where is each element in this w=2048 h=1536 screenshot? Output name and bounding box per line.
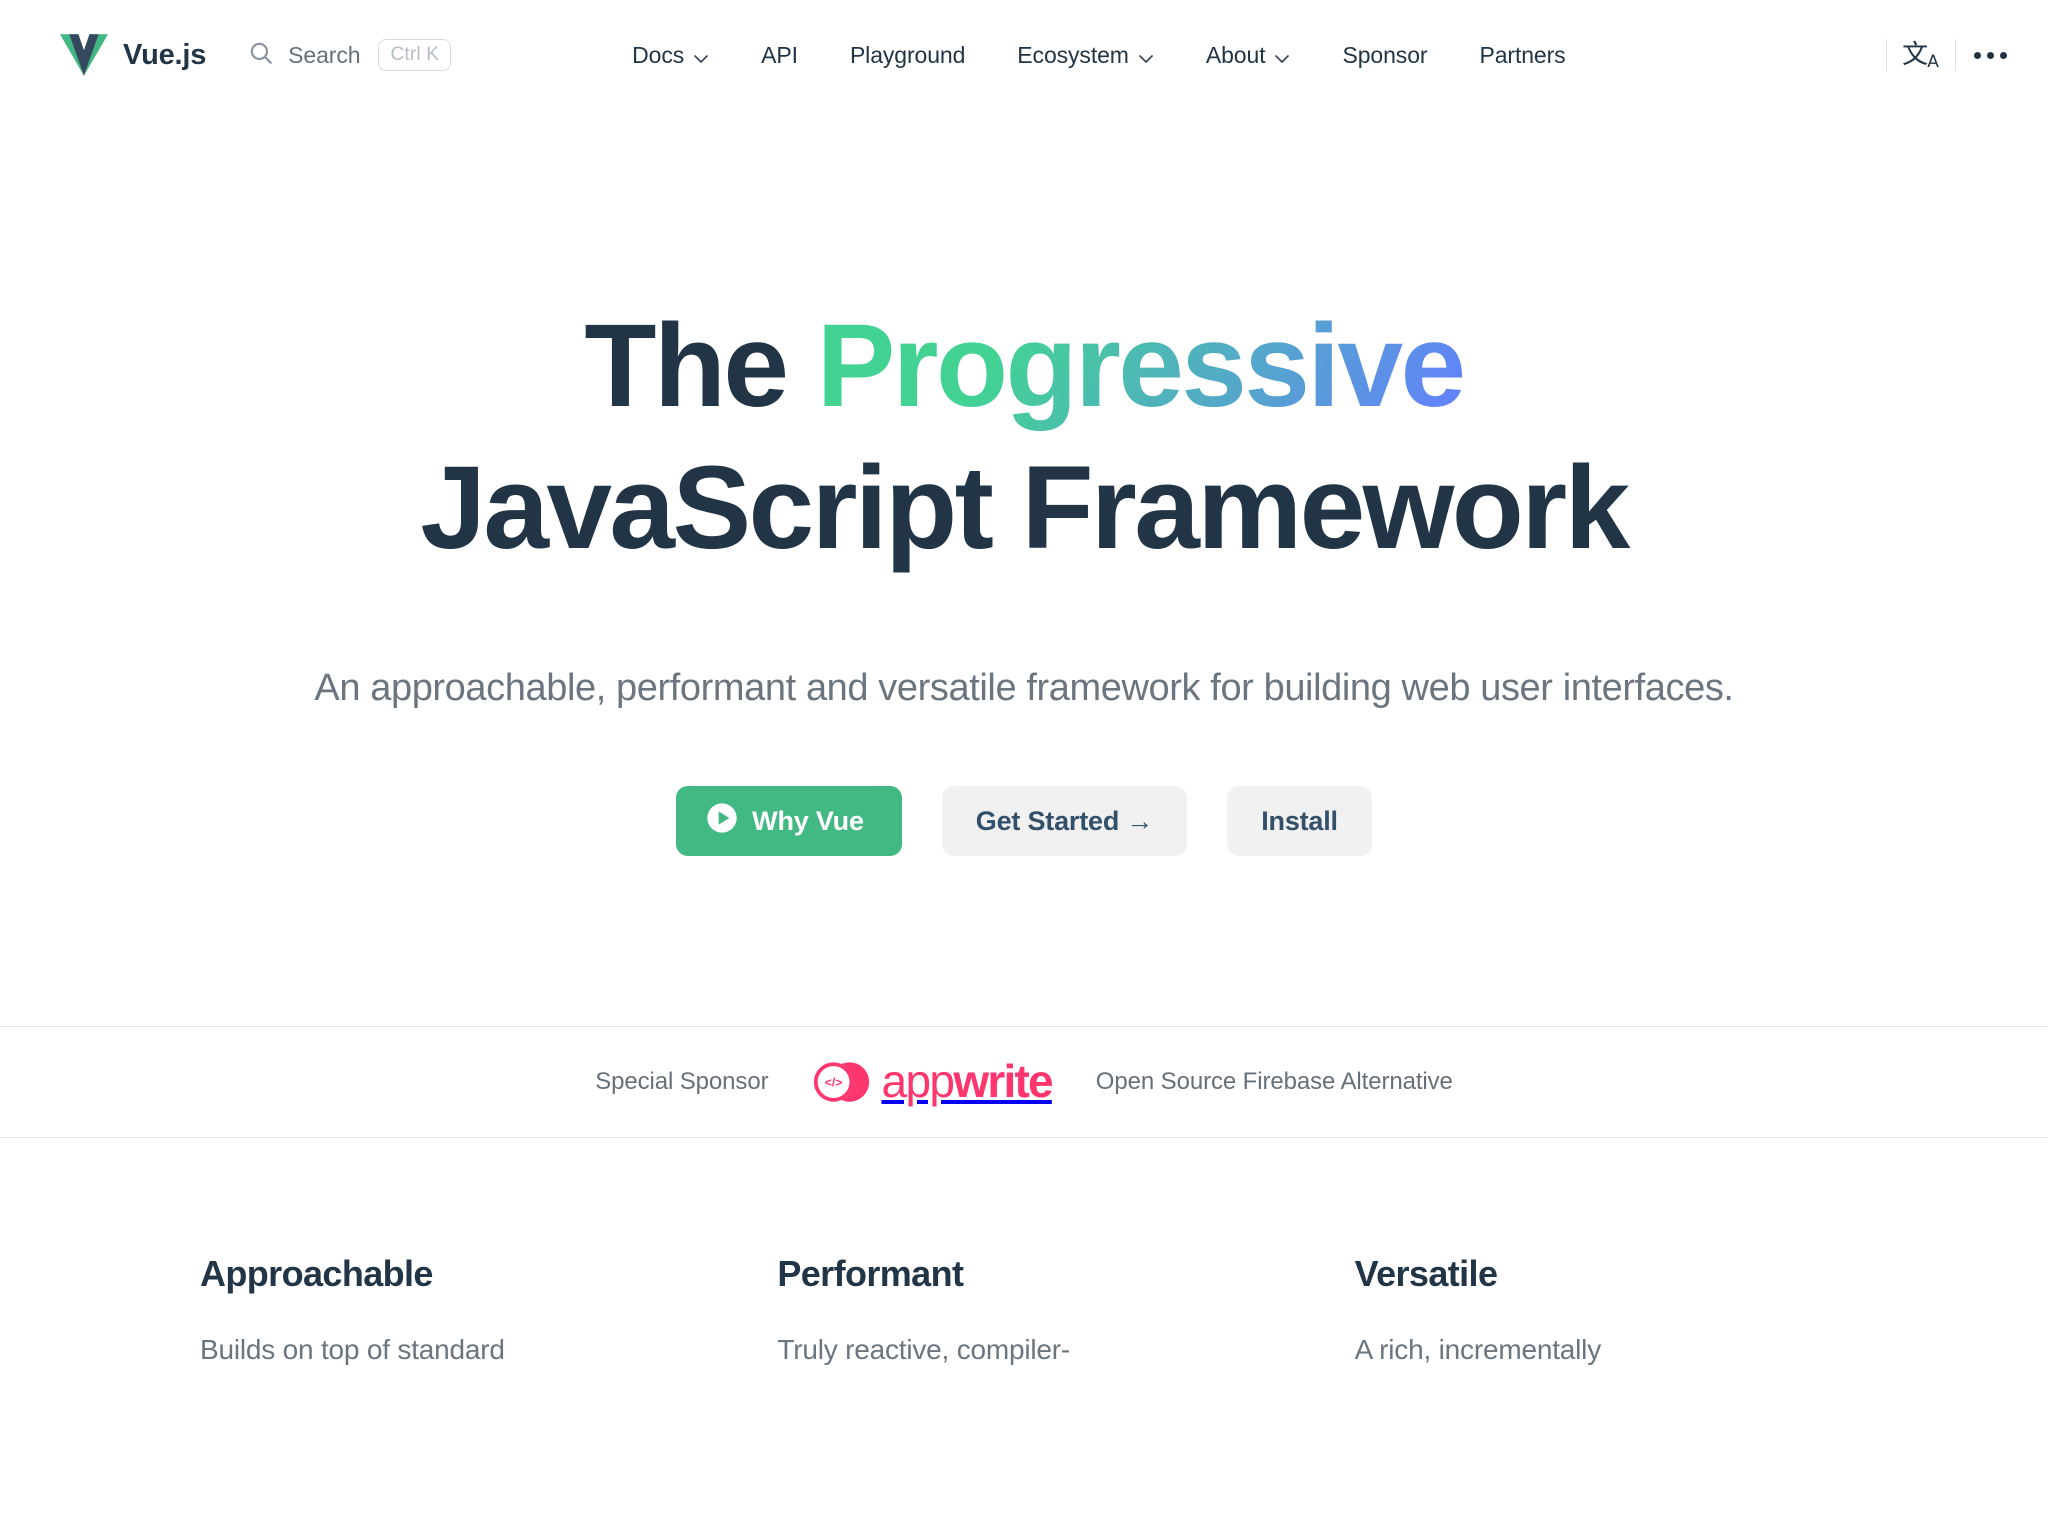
svg-text:</>: </> <box>825 1076 843 1090</box>
features-section: Approachable Builds on top of standard P… <box>0 1138 2048 1371</box>
sponsor-label: Special Sponsor <box>595 1068 768 1096</box>
nav-item-label: Sponsor <box>1342 42 1427 69</box>
main-nav: Docs API Playground Ecosystem About Spon… <box>606 42 1591 69</box>
chevron-down-icon <box>1274 42 1290 69</box>
nav-item-playground[interactable]: Playground <box>824 42 991 69</box>
why-vue-button[interactable]: Why Vue <box>676 786 902 856</box>
nav-item-label: About <box>1206 42 1266 69</box>
feature-title: Performant <box>777 1253 1270 1295</box>
sponsor-logo-text-light: app <box>881 1055 953 1107</box>
nav-divider <box>1955 39 1956 71</box>
play-circle-icon <box>706 802 738 841</box>
nav-item-about[interactable]: About <box>1180 42 1317 69</box>
sponsor-logo-text-bold: write <box>953 1055 1051 1107</box>
vue-logo-icon <box>60 34 108 76</box>
feature-card: Performant Truly reactive, compiler- <box>777 1253 1270 1371</box>
hero-title-line-1: The Progressive <box>0 296 2048 438</box>
hero-title-line-2: JavaScript Framework <box>0 438 2048 580</box>
search-button[interactable]: Search Ctrl K <box>248 39 451 71</box>
special-sponsor-strip: Special Sponsor </> appwrite Open Source… <box>0 1026 2048 1138</box>
feature-description: A rich, incrementally <box>1355 1329 1848 1371</box>
nav-utilities: 文A <box>1884 23 2048 87</box>
sponsor-logo-link[interactable]: </> appwrite <box>812 1059 1051 1105</box>
nav-item-label: Partners <box>1479 42 1565 69</box>
ellipsis-icon[interactable] <box>1958 23 2022 87</box>
brand-home-link[interactable]: Vue.js <box>60 34 206 76</box>
nav-item-api[interactable]: API <box>735 42 824 69</box>
nav-item-label: Playground <box>850 42 965 69</box>
translate-icon[interactable]: 文A <box>1889 23 1953 87</box>
hero-actions: Why Vue Get Started → Install <box>0 786 2048 856</box>
hero-section: The Progressive JavaScript Framework An … <box>0 110 2048 856</box>
hero-title-gradient: Progressive <box>817 300 1464 432</box>
search-icon <box>248 40 274 71</box>
sponsor-tagline: Open Source Firebase Alternative <box>1096 1068 1453 1096</box>
chevron-down-icon <box>693 42 709 69</box>
install-button[interactable]: Install <box>1227 786 1372 856</box>
search-label: Search <box>288 42 360 69</box>
hero-tagline: An approachable, performant and versatil… <box>0 663 2048 714</box>
brand-name: Vue.js <box>123 39 206 72</box>
feature-card: Versatile A rich, incrementally <box>1355 1253 1848 1371</box>
nav-item-label: API <box>761 42 798 69</box>
hero-title-plain: The <box>584 300 816 432</box>
nav-item-ecosystem[interactable]: Ecosystem <box>991 42 1180 69</box>
get-started-button[interactable]: Get Started → <box>942 786 1187 856</box>
nav-item-sponsor[interactable]: Sponsor <box>1316 42 1453 69</box>
nav-item-partners[interactable]: Partners <box>1453 42 1591 69</box>
nav-item-label: Ecosystem <box>1017 42 1129 69</box>
chevron-down-icon <box>1138 42 1154 69</box>
site-header: Vue.js Search Ctrl K Docs API Playground… <box>0 0 2048 110</box>
appwrite-logo-icon: </> <box>812 1059 872 1105</box>
get-started-label: Get Started → <box>976 806 1153 837</box>
nav-item-docs[interactable]: Docs <box>606 42 735 69</box>
nav-divider <box>1886 39 1887 71</box>
page-title: The Progressive JavaScript Framework <box>0 296 2048 579</box>
translate-glyph-main: 文 <box>1902 40 1928 70</box>
install-label: Install <box>1261 806 1338 837</box>
translate-glyph-sub: A <box>1927 52 1939 72</box>
feature-title: Versatile <box>1355 1253 1848 1295</box>
feature-description: Builds on top of standard <box>200 1329 693 1371</box>
search-shortcut-badge: Ctrl K <box>378 39 451 71</box>
feature-description: Truly reactive, compiler- <box>777 1329 1270 1371</box>
feature-card: Approachable Builds on top of standard <box>200 1253 693 1371</box>
feature-title: Approachable <box>200 1253 693 1295</box>
why-vue-label: Why Vue <box>752 806 864 837</box>
nav-item-label: Docs <box>632 42 684 69</box>
